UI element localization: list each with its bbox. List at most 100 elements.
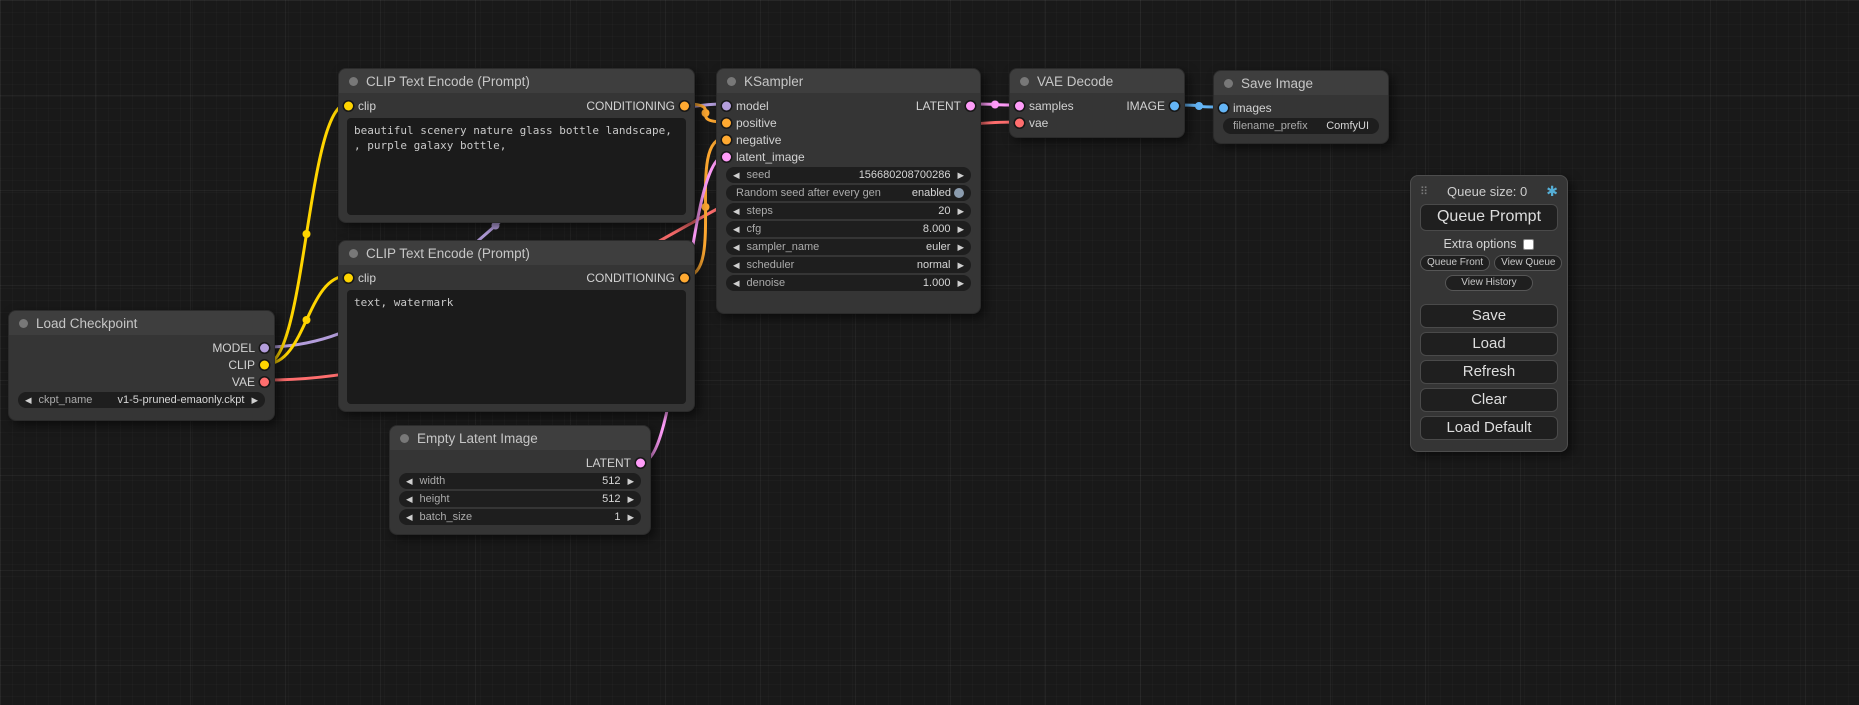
decrement-icon[interactable]: ◀ bbox=[733, 239, 740, 255]
queue-front-button[interactable]: Queue Front bbox=[1420, 255, 1490, 271]
model-output-port[interactable] bbox=[260, 343, 269, 352]
node-clip-text-encode-positive[interactable]: CLIP Text Encode (Prompt) clip CONDITION… bbox=[338, 68, 695, 223]
clip-input-port[interactable] bbox=[344, 273, 353, 282]
increment-icon[interactable]: ▶ bbox=[627, 509, 634, 525]
decrement-icon[interactable]: ◀ bbox=[733, 275, 740, 291]
increment-icon[interactable]: ▶ bbox=[627, 491, 634, 507]
vae-input-label: vae bbox=[1029, 116, 1048, 130]
queue-size-label: Queue size: 0 bbox=[1447, 184, 1527, 199]
decrement-icon[interactable]: ◀ bbox=[733, 221, 740, 237]
conditioning-output-port[interactable] bbox=[680, 101, 689, 110]
node-header[interactable]: CLIP Text Encode (Prompt) bbox=[339, 69, 694, 93]
load-button[interactable]: Load bbox=[1420, 332, 1558, 356]
collapse-dot[interactable] bbox=[1020, 77, 1029, 86]
conditioning-output-port[interactable] bbox=[680, 273, 689, 282]
widget-scheduler[interactable]: ◀ scheduler normal ▶ bbox=[726, 257, 971, 273]
decrement-icon[interactable]: ◀ bbox=[406, 473, 413, 489]
toggle-dot[interactable] bbox=[954, 188, 964, 198]
latent-image-input-port[interactable] bbox=[722, 152, 731, 161]
images-input-port[interactable] bbox=[1219, 103, 1228, 112]
node-header[interactable]: CLIP Text Encode (Prompt) bbox=[339, 241, 694, 265]
node-load-checkpoint[interactable]: Load Checkpoint MODEL CLIP VAE ◀ ckpt_na… bbox=[8, 310, 275, 421]
collapse-dot[interactable] bbox=[400, 434, 409, 443]
refresh-button[interactable]: Refresh bbox=[1420, 360, 1558, 384]
positive-input-label: positive bbox=[736, 116, 777, 130]
node-vae-decode[interactable]: VAE Decode samples IMAGE vae bbox=[1009, 68, 1185, 138]
increment-icon[interactable]: ▶ bbox=[251, 392, 258, 408]
latent-output-port[interactable] bbox=[966, 101, 975, 110]
collapse-dot[interactable] bbox=[727, 77, 736, 86]
collapse-dot[interactable] bbox=[1224, 79, 1233, 88]
vae-input-port[interactable] bbox=[1015, 118, 1024, 127]
widget-batch-size[interactable]: ◀ batch_size 1 ▶ bbox=[399, 509, 641, 525]
decrement-icon[interactable]: ◀ bbox=[406, 491, 413, 507]
decrement-icon[interactable]: ◀ bbox=[25, 392, 32, 408]
widget-height[interactable]: ◀ height 512 ▶ bbox=[399, 491, 641, 507]
collapse-dot[interactable] bbox=[19, 319, 28, 328]
increment-icon[interactable]: ▶ bbox=[957, 167, 964, 183]
positive-input-port[interactable] bbox=[722, 118, 731, 127]
node-title: VAE Decode bbox=[1037, 74, 1113, 89]
widget-sampler-name[interactable]: ◀ sampler_name euler ▶ bbox=[726, 239, 971, 255]
node-header[interactable]: VAE Decode bbox=[1010, 69, 1184, 93]
widget-ckpt-name[interactable]: ◀ ckpt_name v1-5-pruned-emaonly.ckpt ▶ bbox=[18, 392, 265, 408]
node-ksampler[interactable]: KSampler model LATENT positive negative … bbox=[716, 68, 981, 314]
increment-icon[interactable]: ▶ bbox=[957, 275, 964, 291]
slot-row: LATENT bbox=[390, 454, 650, 471]
negative-input-port[interactable] bbox=[722, 135, 731, 144]
node-header[interactable]: Empty Latent Image bbox=[390, 426, 650, 450]
save-button[interactable]: Save bbox=[1420, 304, 1558, 328]
widget-label: height bbox=[420, 493, 450, 505]
drag-handle-icon[interactable]: ⠿ bbox=[1420, 185, 1428, 198]
widget-value: 1 bbox=[614, 511, 620, 523]
load-default-button[interactable]: Load Default bbox=[1420, 416, 1558, 440]
image-output-port[interactable] bbox=[1170, 101, 1179, 110]
widget-seed[interactable]: ◀ seed 156680208700286 ▶ bbox=[726, 167, 971, 183]
node-clip-text-encode-negative[interactable]: CLIP Text Encode (Prompt) clip CONDITION… bbox=[338, 240, 695, 412]
node-save-image[interactable]: Save Image images filename_prefix ComfyU… bbox=[1213, 70, 1389, 144]
latent-output-port[interactable] bbox=[636, 458, 645, 467]
node-header[interactable]: KSampler bbox=[717, 69, 980, 93]
widget-denoise[interactable]: ◀ denoise 1.000 ▶ bbox=[726, 275, 971, 291]
prompt-textarea[interactable]: beautiful scenery nature glass bottle la… bbox=[347, 118, 686, 215]
widget-filename-prefix[interactable]: filename_prefix ComfyUI bbox=[1223, 118, 1379, 134]
decrement-icon[interactable]: ◀ bbox=[733, 203, 740, 219]
clip-output-port[interactable] bbox=[260, 360, 269, 369]
settings-gear-icon[interactable]: ✱ bbox=[1546, 183, 1558, 200]
increment-icon[interactable]: ▶ bbox=[957, 221, 964, 237]
widget-steps[interactable]: ◀ steps 20 ▶ bbox=[726, 203, 971, 219]
node-title: CLIP Text Encode (Prompt) bbox=[366, 74, 530, 89]
model-input-port[interactable] bbox=[722, 101, 731, 110]
widget-value: normal bbox=[917, 259, 951, 271]
decrement-icon[interactable]: ◀ bbox=[406, 509, 413, 525]
negative-input-label: negative bbox=[736, 133, 781, 147]
vae-output-port[interactable] bbox=[260, 377, 269, 386]
collapse-dot[interactable] bbox=[349, 77, 358, 86]
node-header[interactable]: Save Image bbox=[1214, 71, 1388, 95]
increment-icon[interactable]: ▶ bbox=[957, 203, 964, 219]
view-history-button[interactable]: View History bbox=[1445, 275, 1533, 291]
samples-input-port[interactable] bbox=[1015, 101, 1024, 110]
image-output-label: IMAGE bbox=[1126, 99, 1165, 113]
extra-options-checkbox[interactable] bbox=[1523, 239, 1534, 250]
increment-icon[interactable]: ▶ bbox=[957, 257, 964, 273]
widget-value: v1-5-pruned-emaonly.ckpt bbox=[117, 394, 244, 406]
extra-options-row: Extra options bbox=[1420, 237, 1558, 251]
clip-input-port[interactable] bbox=[344, 101, 353, 110]
queue-prompt-button[interactable]: Queue Prompt bbox=[1420, 204, 1558, 231]
model-output-label: MODEL bbox=[212, 341, 255, 355]
decrement-icon[interactable]: ◀ bbox=[733, 257, 740, 273]
widget-cfg[interactable]: ◀ cfg 8.000 ▶ bbox=[726, 221, 971, 237]
view-queue-button[interactable]: View Queue bbox=[1494, 255, 1562, 271]
node-empty-latent-image[interactable]: Empty Latent Image LATENT ◀ width 512 ▶ … bbox=[389, 425, 651, 535]
clear-button[interactable]: Clear bbox=[1420, 388, 1558, 412]
prompt-textarea[interactable]: text, watermark bbox=[347, 290, 686, 404]
collapse-dot[interactable] bbox=[349, 249, 358, 258]
node-header[interactable]: Load Checkpoint bbox=[9, 311, 274, 335]
widget-label: seed bbox=[747, 169, 771, 181]
increment-icon[interactable]: ▶ bbox=[957, 239, 964, 255]
increment-icon[interactable]: ▶ bbox=[627, 473, 634, 489]
widget-width[interactable]: ◀ width 512 ▶ bbox=[399, 473, 641, 489]
widget-random-seed-mode[interactable]: Random seed after every gen enabled bbox=[726, 185, 971, 201]
decrement-icon[interactable]: ◀ bbox=[733, 167, 740, 183]
